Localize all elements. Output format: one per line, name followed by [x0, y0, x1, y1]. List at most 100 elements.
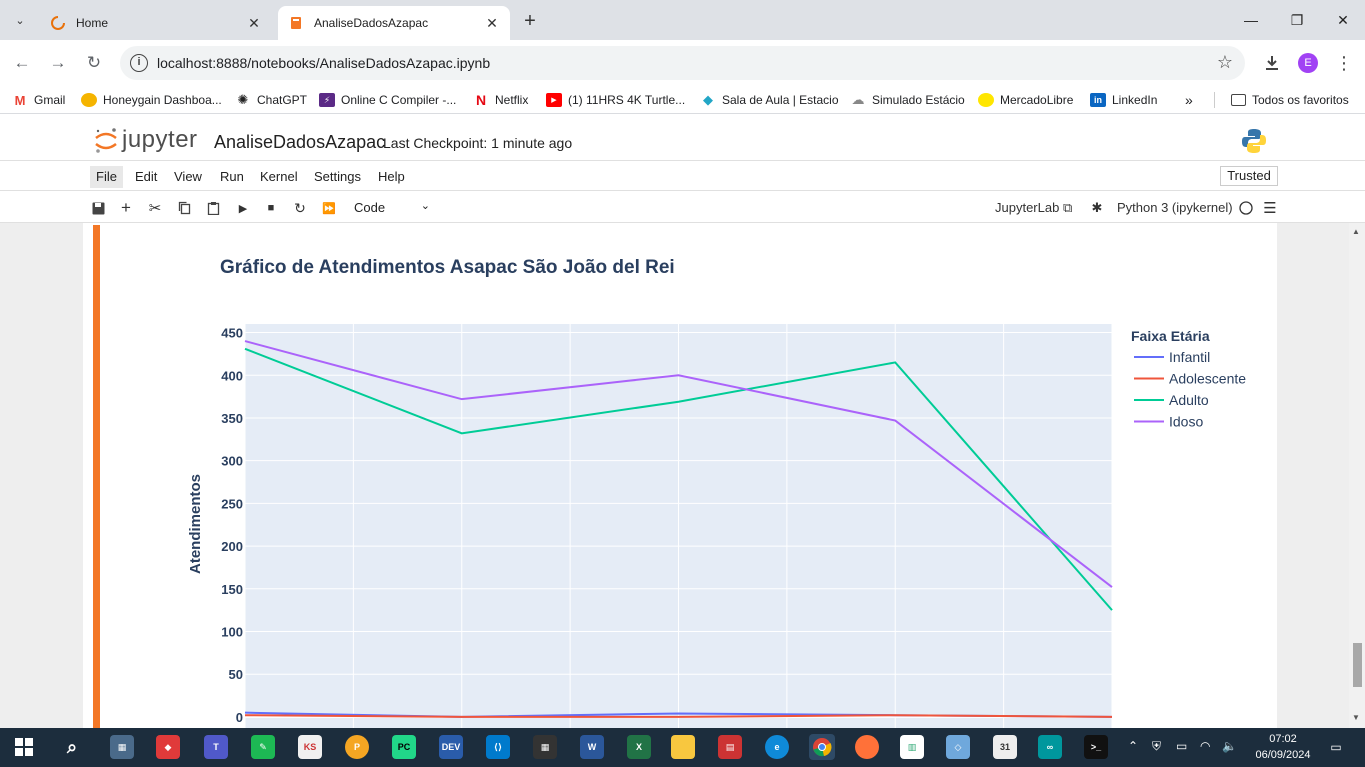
bookmarks-overflow-button[interactable]: »: [1185, 92, 1193, 108]
address-bar[interactable]: i localhost:8888/notebooks/AnaliseDadosA…: [120, 46, 1245, 80]
copy-icon[interactable]: [175, 199, 193, 217]
bookmark-sala-de-aula[interactable]: ◆ Sala de Aula | Estacio: [700, 92, 839, 108]
menu-run[interactable]: Run: [214, 166, 250, 188]
menu-view[interactable]: View: [168, 166, 208, 188]
notifications-icon[interactable]: ▭: [1324, 735, 1348, 759]
menu-settings[interactable]: Settings: [308, 166, 367, 188]
menu-kernel[interactable]: Kernel: [254, 166, 304, 188]
close-window-button[interactable]: ✕: [1320, 0, 1365, 40]
search-icon[interactable]: ⌕: [60, 735, 84, 759]
restart-icon[interactable]: ↻: [291, 199, 309, 217]
y-tick-label: 350: [221, 411, 243, 426]
app-icon[interactable]: ▦: [533, 735, 557, 759]
arduino-icon[interactable]: ∞: [1038, 735, 1062, 759]
back-button[interactable]: ←: [10, 51, 34, 75]
run-icon[interactable]: ▶: [234, 199, 252, 217]
vscode-icon[interactable]: ⟨⟩: [486, 735, 510, 759]
chrome-icon[interactable]: [809, 734, 835, 760]
site-info-icon[interactable]: i: [130, 54, 148, 72]
save-icon[interactable]: [89, 199, 107, 217]
bookmark-chatgpt[interactable]: ✺ ChatGPT: [235, 92, 307, 108]
edge-icon[interactable]: e: [765, 735, 789, 759]
jupyter-logo[interactable]: jupyter: [94, 126, 198, 154]
windows-start-icon[interactable]: [12, 735, 36, 759]
stop-icon[interactable]: ■: [262, 199, 280, 217]
bookmark-youtube[interactable]: ▶ (1) 11HRS 4K Turtle...: [546, 92, 685, 108]
cell-type-select[interactable]: Code ⌄: [348, 198, 434, 218]
plotly-chart[interactable]: 0 50 100 150 200 250 300 350 400 450 Gráfico de At…: [120, 223, 1270, 734]
menu-file[interactable]: File: [90, 166, 123, 188]
tab-home[interactable]: Home ✕: [40, 6, 272, 40]
scrollbar[interactable]: ▲ ▼: [1349, 223, 1365, 728]
browser-tab-bar: ⌄ Home ✕ AnaliseDadosAzapac ✕ + — ❐ ✕: [0, 0, 1365, 40]
app-icon[interactable]: KS: [298, 735, 322, 759]
battery-icon: ▭: [1176, 739, 1188, 753]
menu-icon[interactable]: ⋮: [1332, 51, 1356, 75]
app-icon[interactable]: ▥: [900, 735, 924, 759]
bookmark-label: Netflix: [495, 93, 529, 107]
scroll-up-icon[interactable]: ▲: [1352, 227, 1360, 236]
restore-button[interactable]: ❐: [1274, 0, 1320, 40]
forward-button[interactable]: →: [46, 51, 70, 75]
scroll-down-icon[interactable]: ▼: [1352, 713, 1360, 722]
reload-button[interactable]: ↻: [82, 51, 106, 75]
teams-icon[interactable]: T: [204, 735, 228, 759]
bookmark-label: Honeygain Dashboa...: [103, 93, 222, 107]
jupyterlab-link[interactable]: JupyterLab ⧉: [995, 200, 1072, 216]
trusted-indicator[interactable]: Trusted: [1220, 166, 1278, 186]
clock[interactable]: 07:02 06/09/2024: [1253, 731, 1313, 763]
app-icon[interactable]: ◇: [946, 735, 970, 759]
bookmark-netflix[interactable]: N Netflix: [473, 92, 528, 108]
close-icon[interactable]: ✕: [482, 15, 502, 32]
devcpp-icon[interactable]: DEV: [439, 735, 463, 759]
cut-icon[interactable]: ✂: [146, 199, 164, 217]
scroll-thumb[interactable]: [1353, 643, 1362, 687]
debugger-icon[interactable]: ✱: [1088, 199, 1106, 217]
bookmark-mercadolibre[interactable]: MercadoLibre: [978, 92, 1073, 108]
terminal-icon[interactable]: >_: [1084, 735, 1108, 759]
calculator-icon[interactable]: ▦: [110, 735, 134, 759]
bookmark-online-c[interactable]: ⚡ Online C Compiler -...: [319, 92, 456, 108]
new-tab-button[interactable]: +: [518, 9, 542, 33]
excel-icon[interactable]: X: [627, 735, 651, 759]
app-icon[interactable]: ◆: [156, 735, 180, 759]
windows-taskbar: ⌕ ▦ ◆ T ✎ KS P PC DEV ⟨⟩ ▦ W X ▤ e ▥ ◇ 3…: [0, 728, 1365, 767]
notebook-name[interactable]: AnaliseDadosAzapac: [214, 132, 385, 153]
volume-icon[interactable]: 🔈: [1222, 739, 1237, 753]
download-icon[interactable]: [1260, 51, 1284, 75]
tray-chevron-icon[interactable]: ⌃: [1128, 739, 1138, 753]
fast-forward-icon[interactable]: ⏩: [320, 199, 338, 217]
wifi-icon[interactable]: ◠: [1200, 739, 1210, 753]
kernel-name[interactable]: Python 3 (ipykernel): [1117, 200, 1233, 215]
app-icon[interactable]: P: [345, 735, 369, 759]
tab-notebook[interactable]: AnaliseDadosAzapac ✕: [278, 6, 510, 40]
app-icon[interactable]: ✎: [251, 735, 275, 759]
all-bookmarks-button[interactable]: Todos os favoritos: [1214, 92, 1349, 108]
bookmark-linkedin[interactable]: in LinkedIn: [1090, 92, 1157, 108]
bookmark-honeygain[interactable]: Honeygain Dashboa...: [81, 92, 222, 108]
menu-help[interactable]: Help: [372, 166, 411, 188]
y-tick-label: 50: [229, 667, 243, 682]
tab-search-button[interactable]: ⌄: [8, 8, 32, 32]
pycharm-icon[interactable]: PC: [392, 735, 416, 759]
clock-date: 06/09/2024: [1255, 749, 1311, 761]
close-icon[interactable]: ✕: [244, 15, 264, 32]
hamburger-menu-icon[interactable]: ☰: [1261, 199, 1279, 217]
word-icon[interactable]: W: [580, 735, 604, 759]
calendar-icon[interactable]: 31: [993, 735, 1017, 759]
bookmark-gmail[interactable]: M Gmail: [12, 92, 66, 108]
bookmark-simulado[interactable]: ☁ Simulado Estácio: [850, 92, 965, 108]
bookmark-label: Sala de Aula | Estacio: [722, 93, 839, 107]
profile-avatar[interactable]: E: [1296, 51, 1320, 75]
security-icon[interactable]: ⛨: [1152, 739, 1161, 754]
minimize-button[interactable]: —: [1228, 0, 1274, 40]
chatgpt-icon: ✺: [237, 92, 249, 107]
firefox-icon[interactable]: [855, 735, 879, 759]
file-explorer-icon[interactable]: [671, 735, 695, 759]
jupyter-logo-icon: [94, 126, 118, 154]
bookmark-star-icon[interactable]: ☆: [1217, 52, 1233, 73]
add-cell-icon[interactable]: +: [117, 198, 135, 217]
paste-icon[interactable]: [204, 199, 222, 217]
app-icon[interactable]: ▤: [718, 735, 742, 759]
menu-edit[interactable]: Edit: [129, 166, 163, 188]
